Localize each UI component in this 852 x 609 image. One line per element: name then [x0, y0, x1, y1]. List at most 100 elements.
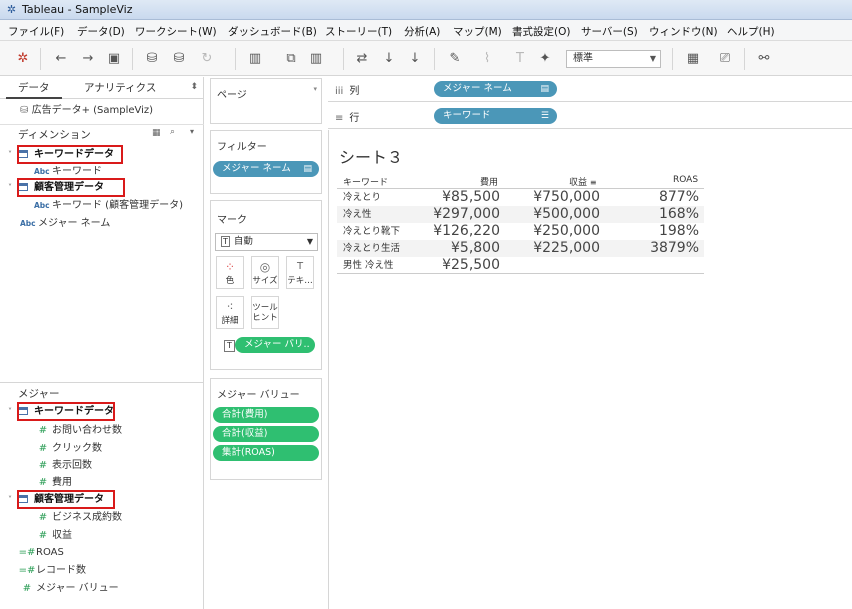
- menu-story[interactable]: ストーリー(T): [325, 24, 392, 39]
- header-keyword[interactable]: キーワード: [343, 175, 388, 188]
- header-cost[interactable]: 費用: [480, 175, 498, 188]
- menu-dashboard[interactable]: ダッシュボード(B): [228, 24, 317, 39]
- rows-pill-keyword[interactable]: キーワード ☰: [434, 108, 557, 124]
- fix-axes-icon[interactable]: ✦: [536, 50, 554, 68]
- menu-file[interactable]: ファイル(F): [8, 24, 64, 39]
- measure-field[interactable]: # 収益: [34, 528, 72, 544]
- header-revenue[interactable]: 収益 ≡: [569, 175, 597, 188]
- data-pane: データ アナリティクス ⬍ ⛁ 広告データ+ (SampleViz) ディメンシ…: [0, 77, 204, 609]
- text-mark-icon: T: [221, 236, 230, 247]
- measure-value-pill[interactable]: 合計(収益): [213, 426, 319, 442]
- rows-icon: ≡: [335, 113, 344, 124]
- measure-field[interactable]: # クリック数: [34, 441, 102, 457]
- chevron-down-icon[interactable]: ▾: [190, 127, 194, 136]
- highlight-box: [17, 402, 115, 421]
- fit-mode-select[interactable]: 標準 ▼: [566, 50, 661, 68]
- menu-worksheet[interactable]: ワークシート(W): [135, 24, 217, 39]
- sort-descending-icon[interactable]: ↓: [406, 50, 424, 68]
- tab-analytics[interactable]: アナリティクス: [72, 77, 168, 99]
- measure-field[interactable]: # 費用: [34, 475, 72, 491]
- table-row[interactable]: 冷えとり ¥85,500 ¥750,000 877%: [337, 189, 704, 206]
- menu-map[interactable]: マップ(M): [453, 24, 502, 39]
- measure-field[interactable]: # お問い合わせ数: [34, 423, 122, 439]
- group-icon[interactable]: ⌇: [478, 50, 496, 68]
- dimension-field-measure-names[interactable]: Abc メジャー ネーム: [20, 216, 110, 232]
- table-row[interactable]: 冷えとり靴下 ¥126,220 ¥250,000 198%: [337, 223, 704, 240]
- menu-bar: ファイル(F) データ(D) ワークシート(W) ダッシュボード(B) ストーリ…: [0, 20, 852, 41]
- text-button[interactable]: T テキ…: [286, 256, 314, 289]
- color-button[interactable]: ⁘ 色: [216, 256, 244, 289]
- title-bar: ✲ Tableau - SampleViz: [0, 0, 852, 20]
- header-roas[interactable]: ROAS: [673, 175, 698, 185]
- text-mark-icon: T: [224, 340, 235, 352]
- undo-icon[interactable]: ←: [52, 50, 70, 68]
- duplicate-sheet-icon[interactable]: ⧉: [282, 50, 300, 68]
- measure-values-card[interactable]: メジャー バリュー 合計(費用) 合計(収益) 集計(ROAS): [210, 378, 322, 480]
- menu-help[interactable]: ヘルプ(H): [727, 24, 775, 39]
- datasource-icon: ⛁: [20, 105, 29, 116]
- mark-type-select[interactable]: T 自動 ▼: [215, 233, 318, 251]
- refresh-icon[interactable]: ↻: [198, 50, 216, 68]
- view-options-icon[interactable]: ▦: [152, 128, 161, 138]
- datasource-item[interactable]: ⛁ 広告データ+ (SampleViz): [20, 103, 153, 119]
- highlight-box: [17, 490, 115, 509]
- tableau-home-icon[interactable]: ✲: [14, 50, 32, 68]
- tab-menu-icon[interactable]: ⬍: [190, 82, 198, 92]
- columns-shelf[interactable]: iii 列 メジャー ネーム ▤: [328, 77, 852, 102]
- redo-icon[interactable]: →: [79, 50, 97, 68]
- sort-ascending-icon[interactable]: ↓: [380, 50, 398, 68]
- worksheet-view[interactable]: シート３ キーワード 費用 収益 ≡ ROAS 冷えとり ¥85,500 ¥75…: [328, 130, 852, 609]
- menu-data[interactable]: データ(D): [77, 24, 125, 39]
- search-icon[interactable]: ⌕: [170, 127, 175, 137]
- marks-card[interactable]: マーク T 自動 ▼ ⁘ 色 ◎ サイズ T テキ… ⁖ 詳細 ツール ヒント T メジャ…: [210, 200, 322, 370]
- save-icon[interactable]: ▣: [105, 50, 123, 68]
- filter-pill-measure-names[interactable]: メジャー ネーム ▤: [213, 161, 319, 177]
- show-labels-icon[interactable]: T: [511, 50, 529, 68]
- measure-value-pill[interactable]: 合計(費用): [213, 407, 319, 423]
- pages-card[interactable]: ページ ▾: [210, 78, 322, 124]
- toolbar: ✲ ← → ▣ ⛁ ⛁ ↻ ▥ ⧉ ▥ ⇄ ↓ ↓ ✎ ⌇ T ✦ 標準 ▼ ▦…: [0, 41, 852, 76]
- tooltip-button[interactable]: ツール ヒント: [251, 296, 279, 329]
- text-icon: T: [296, 261, 304, 272]
- measure-field[interactable]: # 表示回数: [34, 458, 92, 474]
- detail-button[interactable]: ⁖ 詳細: [216, 296, 244, 329]
- marks-pill-measure-values[interactable]: メジャー バリ..: [235, 337, 315, 353]
- window-title: Tableau - SampleViz: [22, 3, 133, 16]
- dimension-field-keyword-customer[interactable]: Abc キーワード (顧客管理データ): [34, 198, 183, 214]
- chevron-down-icon: ▼: [649, 54, 656, 63]
- detail-icon: ⁖: [226, 300, 234, 314]
- size-button[interactable]: ◎ サイズ: [251, 256, 279, 289]
- menu-analysis[interactable]: 分析(A): [404, 24, 440, 39]
- chevron-down-icon: ▼: [306, 237, 313, 246]
- table-row[interactable]: 冷え性 ¥297,000 ¥500,000 168%: [337, 206, 704, 223]
- measure-field[interactable]: # ビジネス成約数: [34, 510, 122, 526]
- abc-icon: Abc: [20, 219, 36, 228]
- show-cards-icon[interactable]: ▦: [684, 50, 702, 68]
- rows-shelf[interactable]: ≡ 行 キーワード ☰: [328, 104, 852, 129]
- measure-field[interactable]: =#レコード数: [18, 563, 86, 579]
- highlight-icon[interactable]: ✎: [446, 50, 464, 68]
- columns-pill-measure-names[interactable]: メジャー ネーム ▤: [434, 81, 557, 97]
- presentation-mode-icon[interactable]: ⎚: [716, 50, 734, 68]
- data-pane-tabs: データ アナリティクス ⬍: [0, 77, 204, 99]
- menu-window[interactable]: ウィンドウ(N): [649, 24, 718, 39]
- new-worksheet-icon[interactable]: ▥: [246, 50, 264, 68]
- measures-header: メジャー: [18, 388, 60, 400]
- filters-card[interactable]: フィルター メジャー ネーム ▤: [210, 130, 322, 194]
- menu-format[interactable]: 書式設定(O): [512, 24, 570, 39]
- table-row[interactable]: 男性 冷え性 ¥25,500: [337, 257, 704, 274]
- dimensions-header: ディメンション: [18, 129, 91, 141]
- measure-field[interactable]: =#ROAS: [18, 545, 64, 561]
- swap-rows-columns-icon[interactable]: ⇄: [353, 50, 371, 68]
- measure-field[interactable]: # メジャー バリュー: [18, 581, 119, 597]
- pause-updates-icon[interactable]: ⛁: [170, 50, 188, 68]
- clear-sheet-icon[interactable]: ▥: [307, 50, 325, 68]
- chevron-down-icon[interactable]: ▾: [313, 85, 317, 93]
- sort-icon: ≡: [589, 178, 597, 187]
- table-row[interactable]: 冷えとり生活 ¥5,800 ¥225,000 3879%: [337, 240, 704, 257]
- tab-data[interactable]: データ: [6, 77, 62, 99]
- new-datasource-icon[interactable]: ⛁: [143, 50, 161, 68]
- measure-value-pill[interactable]: 集計(ROAS): [213, 445, 319, 461]
- share-icon[interactable]: ⚯: [755, 50, 773, 68]
- menu-server[interactable]: サーバー(S): [581, 24, 638, 39]
